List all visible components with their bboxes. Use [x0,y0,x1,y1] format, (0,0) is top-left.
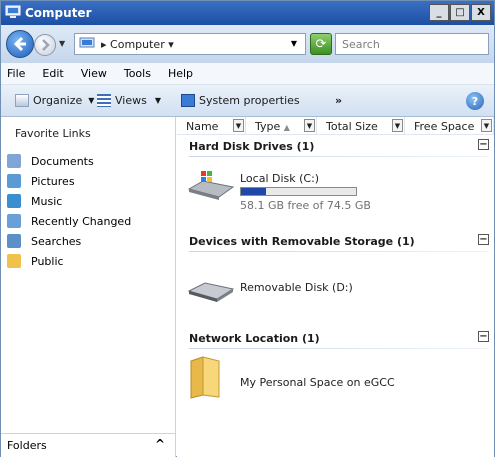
local-disk-capacity-bar [240,187,357,196]
recent-pages-dropdown-icon[interactable]: ▼ [59,39,65,48]
column-total-size[interactable]: Total Size ▼ [317,117,405,135]
column-type[interactable]: Type ▲ ▼ [246,117,317,135]
menu-edit[interactable]: Edit [42,67,63,84]
favorite-link-label: Public [31,254,64,268]
favorite-link-label: Music [31,194,63,208]
favorite-links-heading: Favorite Links [15,127,91,140]
address-box[interactable]: ▸ Computer ▾ ▼ [74,33,306,55]
menu-view[interactable]: View [81,67,107,84]
address-dropdown-icon[interactable]: ▼ [291,39,297,48]
system-properties-button[interactable]: System properties [181,94,300,107]
column-filter-icon[interactable]: ▼ [481,119,492,132]
views-icon [97,94,111,107]
favorite-link-label: Recently Changed [31,214,132,228]
column-filter-icon[interactable]: ▼ [392,119,403,132]
favorite-link-item[interactable]: Documents [7,152,131,170]
pictures-icon [7,174,21,188]
refresh-button[interactable]: ⟳ [310,33,332,55]
search-input[interactable]: Search [335,33,489,55]
menu-file[interactable]: File [7,67,25,84]
back-button[interactable] [6,30,34,58]
collapse-icon[interactable]: − [478,234,489,245]
collapse-icon[interactable]: − [478,139,489,150]
favorite-link-item[interactable]: Recently Changed [7,212,131,230]
folders-bar[interactable]: Folders ^ [1,433,175,457]
forward-arrow-icon [42,39,50,51]
group-divider [189,251,489,252]
column-name[interactable]: Name ▼ [177,117,246,135]
group-hard-disk-drives[interactable]: Hard Disk Drives (1) − [189,139,489,153]
searches-icon [7,234,21,248]
file-list-pane: Name ▼ Type ▲ ▼ Total Size ▼ Free Space ▼ Ha… [177,117,494,457]
network-location-label[interactable]: My Personal Space on eGCC [240,376,395,389]
folders-label: Folders [7,439,47,452]
minimize-button[interactable]: _ [429,4,449,21]
public-folder-icon [7,254,21,268]
network-folder-icon [190,356,220,399]
local-disk-free-space: 58.1 GB free of 74.5 GB [240,199,371,212]
favorite-link-label: Pictures [31,174,75,188]
column-header-row: Name ▼ Type ▲ ▼ Total Size ▼ Free Space ▼ [177,117,494,135]
back-arrow-icon [13,36,26,52]
explorer-window: Computer _ □ X ▼ ▸ Computer ▾ ▼ ⟳ Search… [0,0,495,457]
navigation-pane: Favorite Links Documents Pictures Music Rec… [1,117,176,457]
column-filter-icon[interactable]: ▼ [304,119,315,132]
menu-tools[interactable]: Tools [124,67,151,84]
column-filter-icon[interactable]: ▼ [233,119,244,132]
computer-location-icon [79,37,95,48]
documents-icon [7,154,21,168]
menu-help[interactable]: Help [168,67,193,84]
command-toolbar: Organize ▼ Views ▼ System properties » ? [1,85,494,117]
favorite-link-label: Searches [31,234,82,248]
title-bar[interactable]: Computer _ □ X [1,1,494,25]
local-disk-used-fill [241,188,267,195]
favorite-link-item[interactable]: Pictures [7,172,131,190]
music-icon [7,194,21,208]
organize-icon [15,94,29,107]
favorite-link-item[interactable]: Music [7,192,131,210]
window-title: Computer [25,6,92,20]
recently-changed-icon [7,214,21,228]
system-properties-icon [181,94,195,107]
favorite-links-list: Documents Pictures Music Recently Changed Se… [7,152,131,272]
local-disk-label[interactable]: Local Disk (C:) [240,172,319,185]
views-button[interactable]: Views ▼ [97,94,161,107]
favorite-link-item[interactable]: Searches [7,232,131,250]
maximize-button[interactable]: □ [450,4,470,21]
removable-disk-label[interactable]: Removable Disk (D:) [240,281,353,294]
group-divider [189,156,489,157]
more-commands-button[interactable]: » [335,94,342,107]
chevron-up-icon[interactable]: ^ [155,437,165,451]
group-removable-storage[interactable]: Devices with Removable Storage (1) − [189,234,489,248]
removable-disk-icon [187,282,235,302]
menu-bar: File Edit View Tools Help [1,63,494,85]
computer-icon [5,5,21,18]
address-location[interactable]: ▸ Computer ▾ [101,38,174,51]
help-icon[interactable]: ? [466,92,484,110]
favorite-link-item[interactable]: Public [7,252,131,270]
group-network-location[interactable]: Network Location (1) − [189,331,489,345]
hard-drive-icon [187,171,235,200]
refresh-icon: ⟳ [315,36,327,52]
organize-button[interactable]: Organize ▼ [15,94,94,107]
group-divider [189,348,489,349]
address-bar-area: ▼ ▸ Computer ▾ ▼ ⟳ Search [1,25,494,63]
favorite-link-label: Documents [31,154,94,168]
close-button[interactable]: X [471,4,491,21]
sort-ascending-icon: ▲ [283,123,290,132]
forward-button[interactable] [34,34,56,56]
column-free-space[interactable]: Free Space ▼ [405,117,494,135]
collapse-icon[interactable]: − [478,331,489,342]
